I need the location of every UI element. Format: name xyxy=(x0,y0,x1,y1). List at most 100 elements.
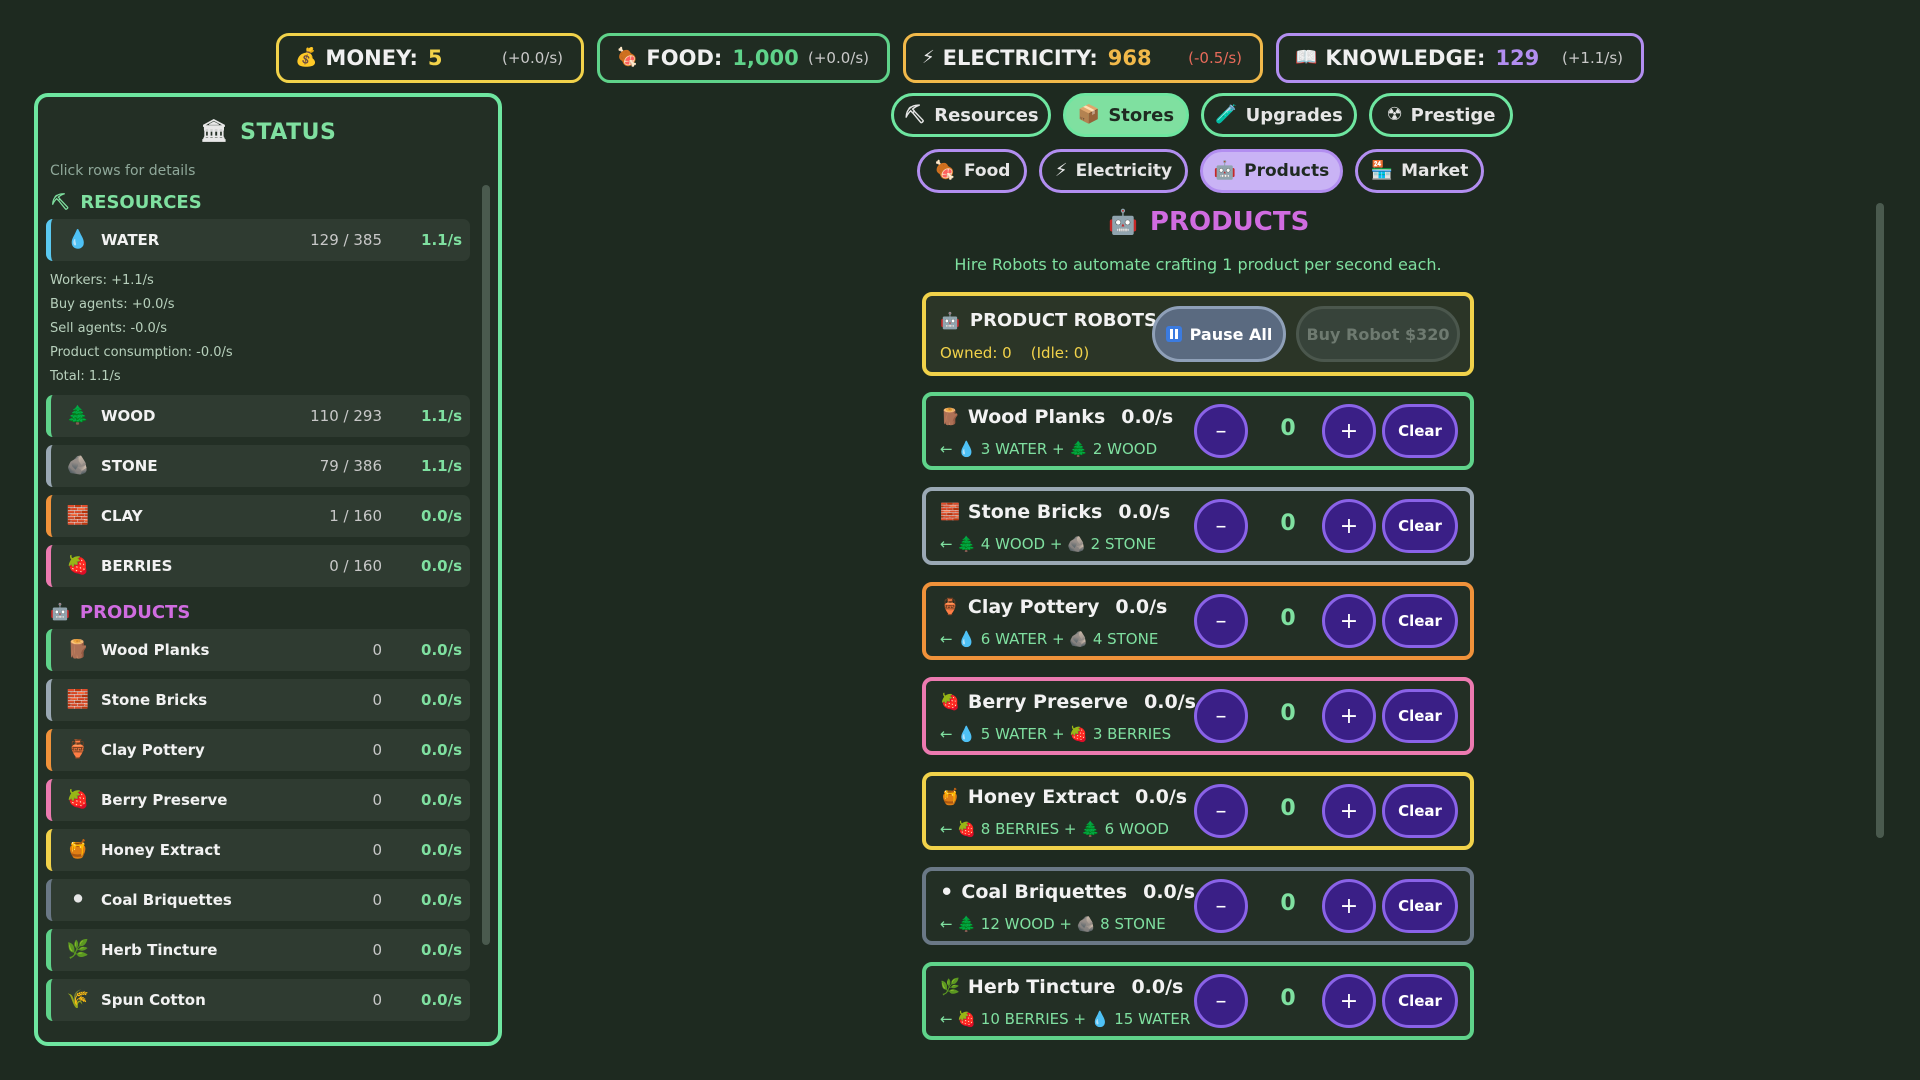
status-row-clay[interactable]: 🧱 CLAY 1 / 160 0.0/s xyxy=(46,495,470,537)
tab-stores[interactable]: 📦 Stores xyxy=(1063,93,1189,137)
decrement-button[interactable]: – xyxy=(1194,404,1248,458)
decrement-button[interactable]: – xyxy=(1194,784,1248,838)
product-card-herb-tincture: 🌿 Herb Tincture 0.0/s ← 🍓 10 BERRIES + 💧… xyxy=(922,962,1474,1040)
status-row-water[interactable]: 💧 WATER 129 / 385 1.1/s xyxy=(46,219,470,261)
subtab-products[interactable]: 🤖 Products xyxy=(1200,149,1343,193)
clear-button[interactable]: Clear xyxy=(1382,594,1458,648)
products-section-header: 🤖 PRODUCTS xyxy=(46,595,490,629)
money-value: 5 xyxy=(427,46,443,70)
resource-rate: 1.1/s xyxy=(421,407,462,425)
money-bag-icon: 💰 xyxy=(295,47,318,68)
product-rate: 0.0/s xyxy=(421,891,462,909)
increment-button[interactable]: + xyxy=(1322,404,1376,458)
subtab-electricity[interactable]: ⚡ Electricity xyxy=(1039,149,1188,193)
product-title: 🌿 Herb Tincture 0.0/s xyxy=(940,976,1183,998)
money-rate: (+0.0/s) xyxy=(502,49,563,67)
status-scroll-area[interactable]: ⛏ RESOURCES 💧 WATER 129 / 385 1.1/s Work… xyxy=(46,185,490,1034)
product-rate: 0.0/s xyxy=(1118,501,1171,523)
product-amount: 0 xyxy=(372,841,382,859)
decrement-button[interactable]: – xyxy=(1194,879,1248,933)
product-recipe: ← 🍓 8 BERRIES + 🌲 6 WOOD xyxy=(940,820,1169,838)
detail-line: Sell agents: -0.0/s xyxy=(50,321,167,336)
pause-all-button[interactable]: Pause All xyxy=(1152,306,1286,362)
buy-robot-button[interactable]: Buy Robot $320 xyxy=(1296,306,1460,362)
product-title: 🪵 Wood Planks 0.0/s xyxy=(940,406,1173,428)
increment-button[interactable]: + xyxy=(1322,689,1376,743)
test-tube-icon: 🧪 xyxy=(1215,104,1238,125)
clear-button[interactable]: Clear xyxy=(1382,404,1458,458)
status-row-stone[interactable]: 🪨 STONE 79 / 386 1.1/s xyxy=(46,445,470,487)
resource-rate: 1.1/s xyxy=(421,457,462,475)
increment-button[interactable]: + xyxy=(1322,499,1376,553)
resource-amount: 0 / 160 xyxy=(329,557,382,575)
status-scrollbar[interactable] xyxy=(482,185,490,1034)
status-row-berries[interactable]: 🍓 BERRIES 0 / 160 0.0/s xyxy=(46,545,470,587)
increment-button[interactable]: + xyxy=(1322,594,1376,648)
status-row-spun-cotton[interactable]: 🌾 Spun Cotton 0 0.0/s xyxy=(46,979,470,1021)
pause-icon xyxy=(1165,326,1182,342)
tab-resources[interactable]: ⛏ Resources xyxy=(891,93,1051,137)
brick-icon: 🧱 xyxy=(66,505,90,526)
product-name: Clay Pottery xyxy=(101,741,205,759)
resource-rate: 0.0/s xyxy=(421,557,462,575)
decrement-button[interactable]: – xyxy=(1194,974,1248,1028)
store-icon: 🏪 xyxy=(1370,160,1394,181)
subtab-market[interactable]: 🏪 Market xyxy=(1355,149,1484,193)
detail-line: Total: 1.1/s xyxy=(50,369,121,384)
clear-button[interactable]: Clear xyxy=(1382,879,1458,933)
pottery-icon: 🏺 xyxy=(940,597,960,616)
product-recipe: ← 🍓 10 BERRIES + 💧 15 WATER xyxy=(940,1010,1191,1028)
tab-label: Resources xyxy=(934,104,1039,126)
clear-button[interactable]: Clear xyxy=(1382,499,1458,553)
knowledge-rate: (+1.1/s) xyxy=(1562,49,1623,67)
robot-count: 0 xyxy=(1280,796,1296,821)
robot-icon: 🤖 xyxy=(1213,160,1237,181)
status-row-coal-briquettes[interactable]: ⚫ Coal Briquettes 0 0.0/s xyxy=(46,879,470,921)
product-name: Spun Cotton xyxy=(101,991,206,1009)
product-title: 🧱 Stone Bricks 0.0/s xyxy=(940,501,1170,523)
robot-icon: 🤖 xyxy=(940,310,960,330)
increment-button[interactable]: + xyxy=(1322,784,1376,838)
tab-prestige[interactable]: ☢ Prestige xyxy=(1369,93,1513,137)
main-scrollbar[interactable] xyxy=(1876,203,1884,838)
status-row-stone-bricks[interactable]: 🧱 Stone Bricks 0 0.0/s xyxy=(46,679,470,721)
book-icon: 📖 xyxy=(1295,47,1318,68)
decrement-button[interactable]: – xyxy=(1194,594,1248,648)
decrement-button[interactable]: – xyxy=(1194,689,1248,743)
status-row-honey-extract[interactable]: 🍯 Honey Extract 0 0.0/s xyxy=(46,829,470,871)
product-amount: 0 xyxy=(372,691,382,709)
status-row-clay-pottery[interactable]: 🏺 Clay Pottery 0 0.0/s xyxy=(46,729,470,771)
status-scrollbar-thumb[interactable] xyxy=(482,185,490,945)
status-row-herb-tincture[interactable]: 🌿 Herb Tincture 0 0.0/s xyxy=(46,929,470,971)
meat-icon: 🍖 xyxy=(933,160,956,181)
product-card-honey-extract: 🍯 Honey Extract 0.0/s ← 🍓 8 BERRIES + 🌲 … xyxy=(922,772,1474,850)
strawberry-icon: 🍓 xyxy=(66,555,90,576)
product-card-stone-bricks: 🧱 Stone Bricks 0.0/s ← 🌲 4 WOOD + 🪨 2 ST… xyxy=(922,487,1474,565)
subtab-food[interactable]: 🍖 Food xyxy=(917,149,1027,193)
product-amount: 0 xyxy=(372,991,382,1009)
product-amount: 0 xyxy=(372,641,382,659)
detail-line: Workers: +1.1/s xyxy=(50,273,154,288)
product-name: Coal Briquettes xyxy=(101,891,232,909)
clear-button[interactable]: Clear xyxy=(1382,689,1458,743)
product-name: Clay Pottery xyxy=(967,596,1100,618)
tab-upgrades[interactable]: 🧪 Upgrades xyxy=(1201,93,1357,137)
increment-button[interactable]: + xyxy=(1322,879,1376,933)
money-stat: 💰 MONEY: 5 (+0.0/s) xyxy=(276,33,584,83)
product-name: Berry Preserve xyxy=(101,791,228,809)
strawberry-icon: 🍓 xyxy=(66,789,90,810)
product-rate: 0.0/s xyxy=(421,741,462,759)
decrement-button[interactable]: – xyxy=(1194,499,1248,553)
money-label: MONEY: xyxy=(325,46,418,70)
status-row-wood-planks[interactable]: 🪵 Wood Planks 0 0.0/s xyxy=(46,629,470,671)
resources-header-text: RESOURCES xyxy=(80,191,202,213)
status-row-berry-preserve[interactable]: 🍓 Berry Preserve 0 0.0/s xyxy=(46,779,470,821)
resource-rate: 0.0/s xyxy=(421,507,462,525)
clear-button[interactable]: Clear xyxy=(1382,784,1458,838)
product-amount: 0 xyxy=(372,791,382,809)
increment-button[interactable]: + xyxy=(1322,974,1376,1028)
box-icon: 📦 xyxy=(1077,104,1101,125)
status-row-wood[interactable]: 🌲 WOOD 110 / 293 1.1/s xyxy=(46,395,470,437)
herb-icon: 🌿 xyxy=(940,977,960,996)
clear-button[interactable]: Clear xyxy=(1382,974,1458,1028)
